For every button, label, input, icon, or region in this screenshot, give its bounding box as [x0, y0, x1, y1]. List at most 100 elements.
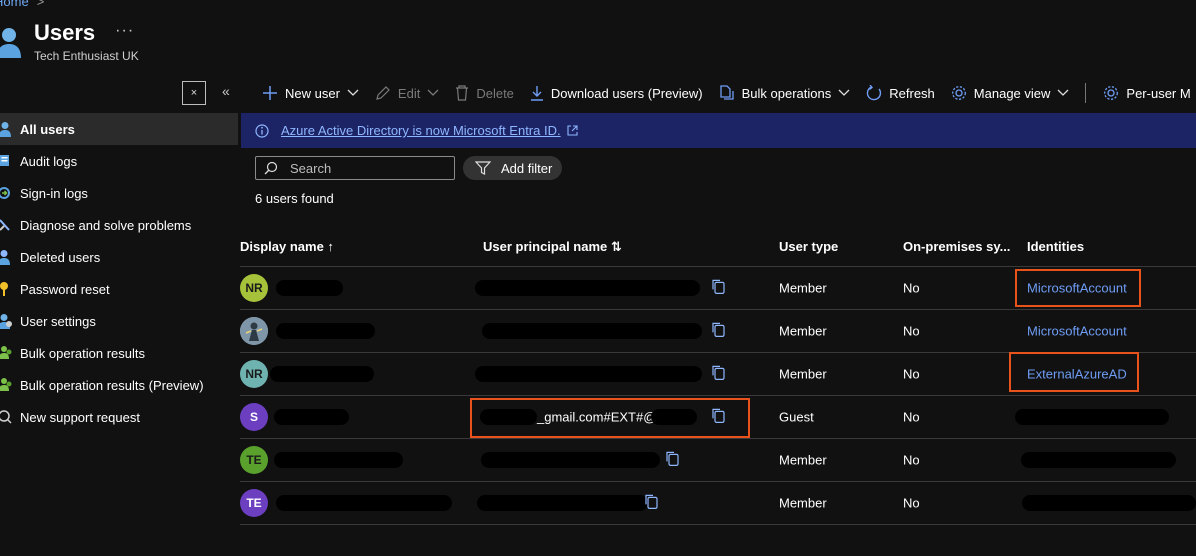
sidebar-item-diagnose[interactable]: Diagnose and solve problems — [0, 209, 238, 241]
result-count: 6 users found — [255, 191, 334, 206]
redacted-user-principal-name[interactable] — [481, 452, 660, 468]
sidebar-item-bulk-results[interactable]: Bulk operation results — [0, 337, 238, 369]
sidebar-item-sign-in-logs[interactable]: Sign-in logs — [0, 177, 238, 209]
user-type: Member — [779, 280, 827, 296]
sidebar-item-user-settings[interactable]: User settings — [0, 305, 238, 337]
page-title: Users — [34, 20, 96, 45]
redacted-display-name[interactable] — [276, 280, 343, 296]
user-icon — [0, 121, 14, 137]
on-premises-sync: No — [903, 452, 920, 468]
sidebar: All users Audit logs Sign-in logs Diagno… — [0, 113, 238, 433]
copy-icon[interactable] — [711, 278, 726, 294]
breadcrumb-home[interactable]: Home — [0, 0, 29, 9]
entra-announcement-link[interactable]: Azure Active Directory is now Microsoft … — [281, 123, 561, 138]
bulk-operations-button[interactable]: Bulk operations — [719, 85, 851, 101]
avatar-initials: NR — [245, 367, 263, 381]
redacted-display-name[interactable] — [274, 409, 349, 425]
gear-icon — [1104, 86, 1119, 100]
table-header: Display name ↑ User principal name ⇅ Use… — [240, 227, 1196, 267]
chevron-down-icon — [427, 89, 439, 96]
sidebar-item-label: New support request — [20, 409, 140, 425]
trash-icon — [456, 85, 469, 101]
redacted-user-principal-name[interactable] — [477, 495, 648, 511]
table-row[interactable]: Member No MicrosoftAccount — [240, 310, 1196, 353]
delete-button[interactable]: Delete — [455, 85, 514, 101]
column-user-type[interactable]: User type — [779, 239, 838, 254]
command-bar: New user Edit Delete Download users (Pre… — [262, 80, 1196, 106]
column-on-premises-sync[interactable]: On-premises sy... — [903, 239, 1010, 254]
delete-label: Delete — [476, 85, 514, 101]
add-filter-label: Add filter — [501, 160, 553, 176]
copy-icon[interactable] — [711, 364, 726, 380]
bulk-results-icon — [0, 345, 14, 361]
avatar: NR — [240, 360, 268, 388]
sidebar-item-password-reset[interactable]: Password reset — [0, 273, 238, 305]
on-premises-sync: No — [903, 280, 920, 296]
external-link-icon[interactable] — [567, 125, 578, 136]
sidebar-item-bulk-results-preview[interactable]: Bulk operation results (Preview) — [0, 369, 238, 401]
search-input[interactable] — [290, 160, 440, 176]
plus-icon — [263, 86, 277, 100]
add-filter-button[interactable]: Add filter — [463, 156, 562, 180]
redacted-display-name[interactable] — [276, 495, 452, 511]
per-user-mfa-label: Per-user M — [1126, 85, 1191, 101]
new-user-label: New user — [285, 85, 340, 101]
redacted-display-name[interactable] — [276, 323, 375, 339]
avatar-initials: NR — [245, 281, 263, 295]
more-options-icon[interactable]: ··· — [115, 22, 134, 40]
column-display-name[interactable]: Display name ↑ — [240, 239, 334, 254]
manage-view-button[interactable]: Manage view — [951, 85, 1070, 101]
identity-link[interactable]: MicrosoftAccount — [1027, 324, 1127, 339]
collapse-sidebar-icon[interactable]: « — [222, 83, 230, 99]
user-type: Guest — [779, 409, 814, 425]
table-row[interactable]: TE Member No — [240, 439, 1196, 482]
redacted-identity[interactable] — [1022, 495, 1196, 511]
download-users-button[interactable]: Download users (Preview) — [530, 85, 703, 101]
user-type: Member — [779, 366, 827, 382]
user-type: Member — [779, 452, 827, 468]
filter-icon — [475, 161, 491, 175]
copy-icon[interactable] — [644, 493, 659, 509]
redacted-identity[interactable] — [1015, 409, 1169, 425]
sidebar-item-deleted-users[interactable]: Deleted users — [0, 241, 238, 273]
sidebar-item-all-users[interactable]: All users — [0, 113, 238, 145]
sidebar-item-label: Diagnose and solve problems — [20, 217, 192, 233]
column-user-principal-name[interactable]: User principal name ⇅ — [483, 239, 622, 255]
avatar: TE — [240, 489, 268, 517]
refresh-icon — [867, 85, 882, 101]
column-identities[interactable]: Identities — [1027, 239, 1084, 254]
search-icon — [264, 161, 278, 175]
redacted-user-principal-name[interactable] — [475, 366, 702, 382]
close-pane-button[interactable]: × — [182, 81, 206, 105]
on-premises-sync: No — [903, 323, 920, 339]
edit-label: Edit — [397, 85, 421, 101]
sidebar-item-audit-logs[interactable]: Audit logs — [0, 145, 238, 177]
edit-button[interactable]: Edit — [375, 85, 439, 101]
copy-icon[interactable] — [665, 450, 680, 466]
new-user-button[interactable]: New user — [262, 85, 359, 101]
copy-icon[interactable] — [711, 321, 726, 337]
redacted-display-name[interactable] — [274, 452, 403, 468]
redacted-display-name[interactable] — [270, 366, 374, 382]
avatar: S — [240, 403, 268, 431]
refresh-label: Refresh — [889, 85, 935, 101]
redacted-user-principal-name[interactable] — [475, 280, 700, 296]
highlight-box — [1009, 352, 1139, 392]
page-header: Users ··· Tech Enthusiast UK — [0, 20, 139, 63]
table-row[interactable]: TE Member No — [240, 482, 1196, 525]
sidebar-item-label: Bulk operation results (Preview) — [20, 377, 204, 393]
manage-view-label: Manage view — [973, 85, 1051, 101]
sidebar-item-new-support-request[interactable]: New support request — [0, 401, 238, 433]
avatar-initials: S — [249, 410, 258, 424]
refresh-button[interactable]: Refresh — [866, 85, 935, 101]
redacted-user-principal-name[interactable] — [482, 323, 702, 339]
redacted-identity[interactable] — [1021, 452, 1176, 468]
avatar-initials: TE — [246, 496, 262, 510]
download-icon — [530, 86, 543, 101]
on-premises-sync: No — [903, 366, 920, 382]
user-settings-icon — [0, 313, 14, 329]
breadcrumb-separator: > — [36, 0, 45, 9]
chevron-down-icon — [347, 89, 359, 96]
sidebar-item-label: Password reset — [20, 281, 110, 297]
per-user-mfa-button[interactable]: Per-user M — [1103, 85, 1191, 101]
